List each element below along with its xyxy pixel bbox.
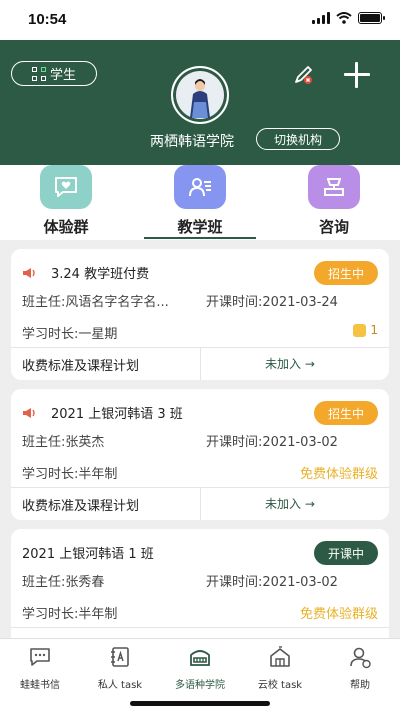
home-indicator <box>130 701 270 706</box>
divider <box>200 347 201 380</box>
nav-item-private-task[interactable]: 私人 task <box>80 645 160 691</box>
fee-plan-link[interactable]: 收费标准及课程计划 <box>22 495 139 514</box>
tab-label: 体验群 <box>43 218 89 236</box>
student-switch-button[interactable]: 学生 <box>11 61 97 86</box>
class-title: 2021 上银河韩语 3 班 <box>51 407 183 422</box>
nav-item-cloud-task[interactable]: 云校 task <box>240 645 320 691</box>
user-list-icon <box>174 165 226 209</box>
coin-badge: 1 <box>353 323 378 337</box>
start-date-text: 开课时间:2021-03-02 <box>206 435 338 450</box>
nav-label: 云校 task <box>257 680 303 691</box>
signal-icon <box>312 12 330 24</box>
edit-pen-icon[interactable] <box>292 63 316 87</box>
header: 10:54 学生 两栖韩语学院 切换机构 <box>0 0 400 165</box>
chat-bubble-icon <box>30 648 50 666</box>
battery-icon <box>358 12 385 24</box>
switch-institution-button[interactable]: 切换机构 <box>256 128 340 150</box>
divider <box>200 487 201 520</box>
class-title-row: 3.24 教学班付费 <box>22 263 149 282</box>
tab-trial-group[interactable]: 体验群 <box>11 165 121 240</box>
school-name: 两栖韩语学院 <box>150 134 234 150</box>
duration-text: 学习时长:一星期 <box>22 327 118 342</box>
join-status-link[interactable]: 未加入 → <box>265 355 315 372</box>
grid-icon <box>31 66 46 81</box>
class-title-row: 2021 上银河韩语 1 班 <box>22 543 154 562</box>
nav-label: 帮助 <box>350 680 370 691</box>
chat-heart-icon <box>40 165 92 209</box>
divider <box>11 627 389 628</box>
free-trial-text: 免费体验群级 <box>299 607 378 622</box>
help-person-icon <box>350 647 371 669</box>
class-title: 3.24 教学班付费 <box>51 267 150 282</box>
coin-count: 1 <box>370 323 378 337</box>
class-card[interactable]: 2021 上银河韩语 3 班 招生中 班主任:张英杰 开课时间:2021-03-… <box>11 389 389 520</box>
nav-label: 多语种学院 <box>175 680 225 691</box>
teacher-text: 班主任:风语名字名字名... <box>22 295 169 310</box>
tab-teaching-class[interactable]: 教学班 <box>145 165 255 240</box>
speaker-icon <box>23 267 35 278</box>
status-badge: 招生中 <box>314 401 378 425</box>
teacher-text: 班主任:张秀春 <box>22 575 105 590</box>
teacher-text: 班主任:张英杰 <box>22 435 105 450</box>
category-tabs: 体验群 教学班 咨询 <box>0 165 400 240</box>
consult-icon <box>308 165 360 209</box>
speaker-icon <box>23 407 35 418</box>
school-icon <box>190 650 210 666</box>
nav-item-help[interactable]: 帮助 <box>320 645 400 691</box>
duration-text: 学习时长:半年制 <box>22 607 118 622</box>
add-icon[interactable] <box>344 62 370 88</box>
tab-label: 咨询 <box>318 218 349 236</box>
coin-icon <box>353 323 367 337</box>
notebook-icon <box>111 647 129 667</box>
status-time: 10:54 <box>28 11 67 28</box>
class-card[interactable]: 3.24 教学班付费 招生中 班主任:风语名字名字名... 开课时间:2021-… <box>11 249 389 380</box>
class-title: 2021 上银河韩语 1 班 <box>22 547 154 562</box>
tab-consult[interactable]: 咨询 <box>279 165 389 240</box>
active-tab-indicator <box>144 237 256 239</box>
nav-label: 私人 task <box>97 680 143 691</box>
status-icons <box>312 12 385 24</box>
cloud-school-icon <box>270 646 290 667</box>
tab-label: 教学班 <box>177 218 223 236</box>
wifi-icon <box>336 12 352 24</box>
start-date-text: 开课时间:2021-03-02 <box>206 575 338 590</box>
free-trial-text: 免费体验群级 <box>299 467 378 482</box>
status-badge: 开课中 <box>314 541 378 565</box>
duration-text: 学习时长:半年制 <box>22 467 118 482</box>
avatar[interactable] <box>171 66 229 124</box>
status-badge: 招生中 <box>314 261 378 285</box>
nav-item-letters[interactable]: 蛙蛙书信 <box>0 645 80 691</box>
status-bar: 10:54 <box>0 0 400 40</box>
fee-plan-link[interactable]: 收费标准及课程计划 <box>22 355 139 374</box>
nav-label: 蛙蛙书信 <box>20 680 60 691</box>
student-label: 学生 <box>49 68 76 83</box>
nav-item-language-school[interactable]: 多语种学院 <box>160 645 240 691</box>
class-title-row: 2021 上银河韩语 3 班 <box>22 403 183 422</box>
start-date-text: 开课时间:2021-03-24 <box>206 295 338 310</box>
join-status-link[interactable]: 未加入 → <box>265 495 315 512</box>
